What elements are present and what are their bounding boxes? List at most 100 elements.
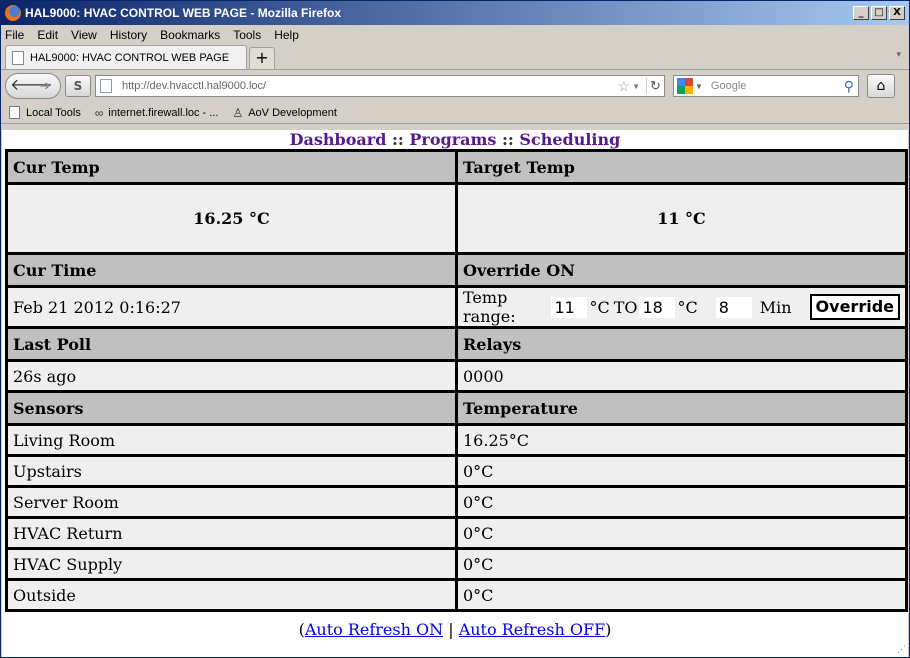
site-icon xyxy=(100,79,112,93)
menu-view[interactable]: View xyxy=(71,28,97,42)
close-button[interactable]: X xyxy=(889,6,905,20)
menu-tools[interactable]: Tools xyxy=(233,28,261,42)
bookmark-group-icon: ∞ xyxy=(94,105,104,120)
temp-range-label: Temp range: xyxy=(463,288,516,326)
override-form: Temp range: °C TO °C Min Override xyxy=(455,285,908,329)
back-arrow-icon[interactable]: 🡐 xyxy=(10,74,53,98)
table-row: Server Room 0°C xyxy=(5,485,908,519)
nav-separator: :: xyxy=(502,130,514,149)
page-nav: Dashboard :: Programs :: Scheduling xyxy=(2,130,908,150)
sensor-temp: 0°C xyxy=(455,578,908,612)
range-low-input[interactable] xyxy=(551,296,588,318)
forward-arrow-icon[interactable]: ➔ xyxy=(34,79,56,94)
bookmark-firewall[interactable]: ∞ internet.firewall.loc - ... xyxy=(95,106,219,120)
tab-label: HAL9000: HVAC CONTROL WEB PAGE xyxy=(30,51,230,64)
sensor-name: Outside xyxy=(5,578,458,612)
home-icon[interactable]: ⌂ xyxy=(867,74,895,98)
s-button[interactable]: S xyxy=(65,75,91,97)
search-input[interactable]: Google xyxy=(711,80,844,92)
table-row: Living Room 16.25°C xyxy=(5,423,908,457)
back-forward-group: 🡐 ➔ xyxy=(5,73,61,99)
target-temp-label: Target Temp xyxy=(455,149,908,185)
min-label: Min xyxy=(759,297,792,317)
title-bar: HAL9000: HVAC CONTROL WEB PAGE - Mozilla… xyxy=(1,1,909,25)
menu-edit[interactable]: Edit xyxy=(37,28,58,42)
tab-list-icon[interactable]: ▾ xyxy=(896,50,901,60)
menu-history[interactable]: History xyxy=(110,28,147,42)
last-poll-label: Last Poll xyxy=(5,326,458,362)
relays-value: 0000 xyxy=(455,359,908,393)
status-table: Cur Temp Target Temp 16.25 °C 11 °C Cur … xyxy=(5,149,908,612)
sensor-name: HVAC Return xyxy=(5,516,458,550)
auto-refresh-off-link[interactable]: Auto Refresh OFF xyxy=(459,620,605,639)
search-bar[interactable]: ▼ Google ⚲ xyxy=(673,75,859,97)
target-temp-value: 11 °C xyxy=(455,182,908,255)
search-engine-dropdown-icon[interactable]: ▼ xyxy=(695,82,703,91)
table-row: HVAC Supply 0°C xyxy=(5,547,908,581)
sensor-temp: 0°C xyxy=(455,454,908,488)
menu-bar: File Edit View History Bookmarks Tools H… xyxy=(1,25,909,44)
bookmark-aov[interactable]: ♙ AoV Development xyxy=(232,106,336,120)
scheduling-link[interactable]: Scheduling xyxy=(519,130,620,149)
sensor-name: Server Room xyxy=(5,485,458,519)
cur-temp-value: 16.25 °C xyxy=(5,182,458,255)
footer-separator: | xyxy=(448,620,454,639)
search-icon[interactable]: ⚲ xyxy=(844,78,854,95)
override-status-label: Override ON xyxy=(455,252,908,288)
tab-strip: HAL9000: HVAC CONTROL WEB PAGE + ▾ xyxy=(1,44,909,70)
table-row: Outside 0°C xyxy=(5,578,908,612)
new-tab-button[interactable]: + xyxy=(249,47,275,69)
menu-bookmarks[interactable]: Bookmarks xyxy=(160,28,220,42)
maximize-button[interactable]: □ xyxy=(871,6,887,20)
bookmark-label: Local Tools xyxy=(26,106,81,119)
page-icon xyxy=(9,106,20,119)
bookmark-label: AoV Development xyxy=(248,106,337,119)
cur-temp-label: Cur Temp xyxy=(5,149,458,185)
cur-time-label: Cur Time xyxy=(5,252,458,288)
firefox-icon xyxy=(5,5,21,21)
minutes-input[interactable] xyxy=(715,296,752,318)
programs-link[interactable]: Programs xyxy=(409,130,496,149)
resize-grip-icon[interactable]: ⋰ xyxy=(897,645,906,655)
reload-icon[interactable]: ↻ xyxy=(646,78,664,94)
page-content: Dashboard :: Programs :: Scheduling Cur … xyxy=(2,130,908,657)
page-icon xyxy=(12,50,24,65)
cur-time-value: Feb 21 2012 0:16:27 xyxy=(5,285,458,329)
bookmark-label: internet.firewall.loc - ... xyxy=(108,106,219,119)
browser-window: HAL9000: HVAC CONTROL WEB PAGE - Mozilla… xyxy=(0,0,910,658)
bookmarks-toolbar: Local Tools ∞ internet.firewall.loc - ..… xyxy=(1,102,909,124)
unit-label: °C xyxy=(677,297,698,317)
navigation-toolbar: 🡐 ➔ S http://dev.hvacctl.hal9000.loc/ ☆ … xyxy=(1,70,909,102)
sensor-temp: 0°C xyxy=(455,485,908,519)
menu-help[interactable]: Help xyxy=(274,28,299,42)
tab-hvac[interactable]: HAL9000: HVAC CONTROL WEB PAGE xyxy=(5,45,247,69)
sensor-name: Upstairs xyxy=(5,454,458,488)
bookmark-local-tools[interactable]: Local Tools xyxy=(9,106,81,119)
sensor-temp: 0°C xyxy=(455,516,908,550)
sensors-header: Sensors xyxy=(5,390,458,426)
relays-label: Relays xyxy=(455,326,908,362)
google-icon[interactable] xyxy=(677,78,693,94)
refresh-controls: (Auto Refresh ON | Auto Refresh OFF) xyxy=(2,620,908,639)
url-text[interactable]: http://dev.hvacctl.hal9000.loc/ xyxy=(122,80,618,92)
url-dropdown-icon[interactable]: ▼ xyxy=(632,82,640,91)
table-row: Upstairs 0°C xyxy=(5,454,908,488)
range-high-input[interactable] xyxy=(639,296,676,318)
sensor-name: HVAC Supply xyxy=(5,547,458,581)
temperature-header: Temperature xyxy=(455,390,908,426)
override-button[interactable]: Override xyxy=(809,294,900,320)
nav-separator: :: xyxy=(391,130,404,149)
menu-file[interactable]: File xyxy=(5,28,24,42)
dashboard-link[interactable]: Dashboard xyxy=(290,130,387,149)
auto-refresh-on-link[interactable]: Auto Refresh ON xyxy=(305,620,443,639)
sensor-temp: 0°C xyxy=(455,547,908,581)
unit-label: °C xyxy=(589,297,610,317)
figure-icon: ♙ xyxy=(232,105,244,120)
to-label: TO xyxy=(613,297,638,317)
star-icon[interactable]: ☆ xyxy=(618,78,631,95)
url-bar[interactable]: http://dev.hvacctl.hal9000.loc/ ☆ ▼ ↻ xyxy=(95,75,665,97)
window-title: HAL9000: HVAC CONTROL WEB PAGE - Mozilla… xyxy=(25,6,342,20)
table-row: HVAC Return 0°C xyxy=(5,516,908,550)
minimize-button[interactable]: _ xyxy=(853,6,869,20)
last-poll-value: 26s ago xyxy=(5,359,458,393)
